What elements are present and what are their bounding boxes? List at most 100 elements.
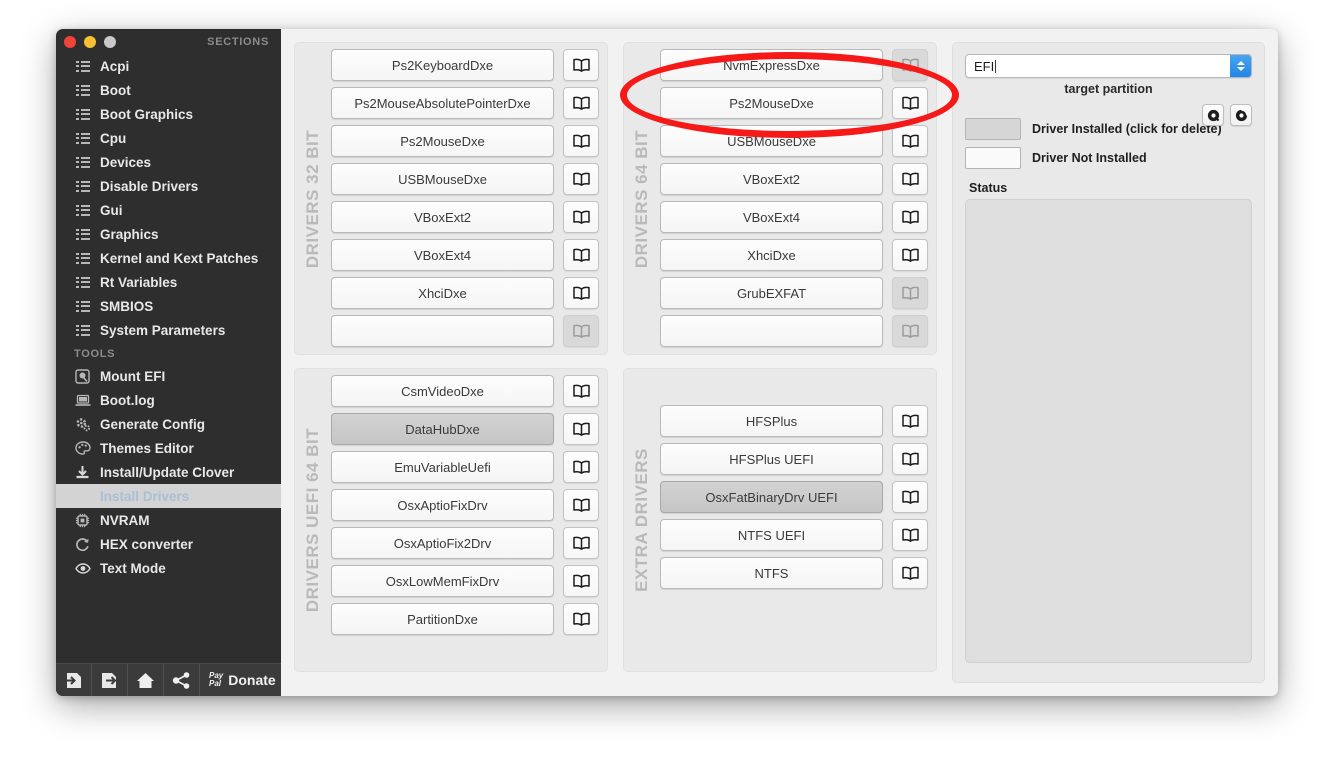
sidebar-item-smbios[interactable]: SMBIOS bbox=[56, 294, 281, 318]
driver-info-button[interactable] bbox=[563, 239, 599, 271]
driver-button[interactable]: VBoxExt4 bbox=[660, 201, 883, 233]
import-config-button[interactable] bbox=[56, 664, 92, 696]
unmount-disc-button[interactable] bbox=[1230, 104, 1252, 126]
sidebar-item-system-parameters[interactable]: System Parameters bbox=[56, 318, 281, 342]
sidebar-item-disable-drivers[interactable]: Disable Drivers bbox=[56, 174, 281, 198]
driver-info-button[interactable] bbox=[892, 519, 928, 551]
home-button[interactable] bbox=[128, 664, 164, 696]
driver-button[interactable]: NvmExpressDxe bbox=[660, 49, 883, 81]
sidebar-item-gui[interactable]: Gui bbox=[56, 198, 281, 222]
driver-info-button[interactable] bbox=[563, 527, 599, 559]
minimize-button[interactable] bbox=[84, 36, 96, 48]
sidebar-item-graphics[interactable]: Graphics bbox=[56, 222, 281, 246]
driver-button[interactable]: XhciDxe bbox=[331, 277, 554, 309]
driver-info-button[interactable] bbox=[563, 87, 599, 119]
donate-button[interactable]: Pay Pal Donate bbox=[200, 671, 276, 689]
driver-info-button[interactable] bbox=[892, 405, 928, 437]
chevron-updown-icon[interactable] bbox=[1230, 55, 1251, 77]
driver-button[interactable]: OsxLowMemFixDrv bbox=[331, 565, 554, 597]
mount-disc-button[interactable] bbox=[1202, 104, 1224, 126]
driver-info-button[interactable] bbox=[892, 277, 928, 309]
driver-button[interactable]: CsmVideoDxe bbox=[331, 375, 554, 407]
driver-info-button[interactable] bbox=[563, 315, 599, 347]
sidebar-item-boot-log[interactable]: Boot.log bbox=[56, 388, 281, 412]
driver-button[interactable]: OsxAptioFixDrv bbox=[331, 489, 554, 521]
sidebar-item-mount-efi[interactable]: Mount EFI bbox=[56, 364, 281, 388]
sidebar-item-install-update-clover[interactable]: Install/Update Clover bbox=[56, 460, 281, 484]
driver-info-button[interactable] bbox=[892, 239, 928, 271]
driver-info-button[interactable] bbox=[892, 87, 928, 119]
target-partition-select[interactable]: EFI bbox=[965, 54, 1252, 78]
driver-button[interactable]: HFSPlus bbox=[660, 405, 883, 437]
driver-row: Ps2MouseDxe bbox=[331, 125, 599, 157]
traffic-lights bbox=[64, 36, 116, 48]
sidebar-item-label: NVRAM bbox=[100, 512, 150, 528]
book-icon bbox=[901, 414, 919, 428]
export-config-button[interactable] bbox=[92, 664, 128, 696]
swatch-not-installed bbox=[965, 147, 1021, 169]
driver-info-button[interactable] bbox=[563, 413, 599, 445]
sidebar-item-devices[interactable]: Devices bbox=[56, 150, 281, 174]
driver-button[interactable]: HFSPlus UEFI bbox=[660, 443, 883, 475]
chip-icon bbox=[74, 513, 91, 528]
sidebar-item-install-drivers[interactable]: Install Drivers bbox=[56, 484, 281, 508]
book-icon bbox=[572, 210, 590, 224]
driver-button[interactable] bbox=[331, 315, 554, 347]
driver-button[interactable]: NTFS UEFI bbox=[660, 519, 883, 551]
driver-button[interactable]: Ps2MouseDxe bbox=[331, 125, 554, 157]
zoom-button[interactable] bbox=[104, 36, 116, 48]
driver-info-button[interactable] bbox=[563, 451, 599, 483]
sidebar-item-themes-editor[interactable]: Themes Editor bbox=[56, 436, 281, 460]
driver-info-button[interactable] bbox=[892, 201, 928, 233]
driver-button[interactable]: OsxAptioFix2Drv bbox=[331, 527, 554, 559]
sidebar-item-acpi[interactable]: Acpi bbox=[56, 54, 281, 78]
driver-info-button[interactable] bbox=[892, 443, 928, 475]
driver-button[interactable]: Ps2MouseDxe bbox=[660, 87, 883, 119]
sidebar-item-cpu[interactable]: Cpu bbox=[56, 126, 281, 150]
driver-button[interactable]: DataHubDxe bbox=[331, 413, 554, 445]
sidebar-item-rt-variables[interactable]: Rt Variables bbox=[56, 270, 281, 294]
driver-info-button[interactable] bbox=[892, 163, 928, 195]
sidebar-item-text-mode[interactable]: Text Mode bbox=[56, 556, 281, 580]
driver-info-button[interactable] bbox=[563, 565, 599, 597]
driver-button[interactable]: OsxFatBinaryDrv UEFI bbox=[660, 481, 883, 513]
driver-button[interactable]: USBMouseDxe bbox=[331, 163, 554, 195]
driver-button[interactable]: VBoxExt2 bbox=[331, 201, 554, 233]
driver-button[interactable]: VBoxExt2 bbox=[660, 163, 883, 195]
list-grid-icon bbox=[74, 59, 91, 74]
book-icon bbox=[572, 96, 590, 110]
driver-button[interactable] bbox=[660, 315, 883, 347]
driver-info-button[interactable] bbox=[892, 125, 928, 157]
close-button[interactable] bbox=[64, 36, 76, 48]
driver-info-button[interactable] bbox=[563, 201, 599, 233]
driver-info-button[interactable] bbox=[892, 481, 928, 513]
driver-info-button[interactable] bbox=[563, 277, 599, 309]
driver-button[interactable]: Ps2KeyboardDxe bbox=[331, 49, 554, 81]
driver-info-button[interactable] bbox=[563, 163, 599, 195]
sidebar-item-boot[interactable]: Boot bbox=[56, 78, 281, 102]
driver-info-button[interactable] bbox=[892, 557, 928, 589]
driver-info-button[interactable] bbox=[892, 49, 928, 81]
driver-button[interactable]: NTFS bbox=[660, 557, 883, 589]
driver-button[interactable]: USBMouseDxe bbox=[660, 125, 883, 157]
driver-info-button[interactable] bbox=[892, 315, 928, 347]
driver-button[interactable]: Ps2MouseAbsolutePointerDxe bbox=[331, 87, 554, 119]
driver-button[interactable]: GrubEXFAT bbox=[660, 277, 883, 309]
sidebar-item-kernel-and-kext-patches[interactable]: Kernel and Kext Patches bbox=[56, 246, 281, 270]
driver-button[interactable]: VBoxExt4 bbox=[331, 239, 554, 271]
driver-info-button[interactable] bbox=[563, 125, 599, 157]
sidebar-item-generate-config[interactable]: Generate Config bbox=[56, 412, 281, 436]
driver-info-button[interactable] bbox=[563, 603, 599, 635]
share-button[interactable] bbox=[164, 664, 200, 696]
driver-button[interactable]: PartitionDxe bbox=[331, 603, 554, 635]
driver-button[interactable]: EmuVariableUefi bbox=[331, 451, 554, 483]
driver-info-button[interactable] bbox=[563, 489, 599, 521]
sidebar-item-nvram[interactable]: NVRAM bbox=[56, 508, 281, 532]
driver-info-button[interactable] bbox=[563, 49, 599, 81]
refresh-icon bbox=[76, 537, 89, 551]
driver-button[interactable]: XhciDxe bbox=[660, 239, 883, 271]
driver-info-button[interactable] bbox=[563, 375, 599, 407]
sidebar-item-hex-converter[interactable]: HEX converter bbox=[56, 532, 281, 556]
book-icon bbox=[572, 384, 590, 398]
sidebar-item-boot-graphics[interactable]: Boot Graphics bbox=[56, 102, 281, 126]
